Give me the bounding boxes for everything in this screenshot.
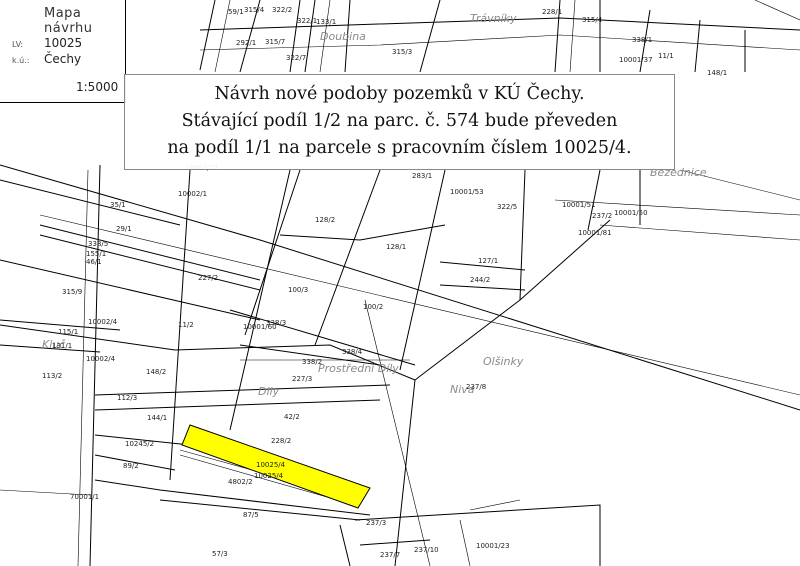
- parcel-label: 315/4: [582, 16, 603, 24]
- ku-value: Čechy: [44, 52, 82, 66]
- parcel-label: 315/7: [265, 38, 285, 46]
- parcel-label: 10001/51: [562, 201, 596, 209]
- parcel-label: 10001/23: [476, 542, 510, 550]
- parcel-label: 42/2: [284, 413, 300, 421]
- parcel-label: 322/7: [286, 54, 306, 62]
- parcel-label: 29/1: [116, 225, 132, 233]
- caption-line-3: na podíl 1/1 na parcele s pracovním čísl…: [167, 138, 632, 158]
- parcel-label: 10025/4: [256, 461, 286, 469]
- parcel-label: 228/2: [271, 437, 291, 445]
- parcel-label: 127/1: [478, 257, 498, 265]
- parcel-label: 10002/4: [86, 355, 116, 363]
- parcel-label: 46/1: [86, 258, 102, 266]
- parcel-label: 11/1: [658, 52, 674, 60]
- parcel-label: 338/2: [302, 358, 322, 366]
- map-legend-box: Mapa návrhu LV: 10025 k.ú.: Čechy 1:5000: [0, 0, 126, 103]
- parcel-label: 128/2: [315, 216, 335, 224]
- parcel-label: 11/2: [178, 321, 194, 329]
- caption-line-2: Stávající podíl 1/2 na parc. č. 574 bude…: [181, 111, 618, 131]
- parcel-label: 10002/4: [88, 318, 118, 326]
- parcel-label: 227/3: [292, 375, 312, 383]
- parcel-label: 10025/4: [254, 472, 284, 480]
- parcel-label: 10245/2: [125, 440, 154, 448]
- parcel-label: 59/1: [228, 8, 244, 16]
- parcel-label: 338/1: [632, 36, 652, 44]
- parcel-label: 10001/50: [614, 209, 648, 217]
- parcel-label: 10001/81: [578, 229, 612, 237]
- parcel-label: 113/2: [42, 372, 62, 380]
- parcel-label: 237/7: [380, 551, 400, 559]
- parcel-label: 128/1: [386, 243, 406, 251]
- parcel-label: 4802/2: [228, 478, 253, 486]
- parcel-label: 244/2: [470, 276, 490, 284]
- map-scale: 1:5000: [76, 80, 119, 94]
- locality-label: Doubina: [320, 30, 366, 43]
- parcel-label: 292/1: [236, 39, 256, 47]
- parcel-label: 100/3: [288, 286, 308, 294]
- locality-label: Olšinky: [483, 355, 524, 368]
- parcel-label: 315/3: [392, 48, 412, 56]
- parcel-label: 57/3: [212, 550, 228, 558]
- parcel-label: 315/4: [244, 6, 265, 14]
- parcel-label: 338/3: [266, 319, 286, 327]
- parcel-label: 144/1: [147, 414, 167, 422]
- parcel-label: 283/1: [412, 172, 432, 180]
- parcel-label: 237/3: [366, 519, 386, 527]
- locality-label: Dlly: [258, 385, 280, 398]
- parcel-label: 133/1: [316, 18, 336, 26]
- parcel-label: 100/2: [363, 303, 383, 311]
- parcel-label: 112/3: [117, 394, 137, 402]
- parcel-label: 237/8: [466, 383, 486, 391]
- parcel-label: 228/1: [542, 8, 562, 16]
- parcel-label: 70001/1: [70, 493, 99, 501]
- parcel-label: 10001/37: [619, 56, 653, 64]
- parcel-label: 131/1: [52, 342, 72, 350]
- lv-label: LV:: [12, 40, 24, 49]
- parcel-label: 148/2: [146, 368, 166, 376]
- lv-value: 10025: [44, 36, 83, 50]
- parcel-label: 338/5: [88, 240, 108, 248]
- caption-line-1: Návrh nové podoby pozemků v KÚ Čechy.: [214, 84, 585, 104]
- proposal-caption: Návrh nové podoby pozemků v KÚ Čechy. St…: [124, 74, 675, 170]
- parcel-label: 87/5: [243, 511, 259, 519]
- parcel-label: 237/2: [592, 212, 612, 220]
- parcel-label: 322/1: [297, 17, 317, 25]
- locality-label: Prostřední Díly: [318, 362, 399, 375]
- parcel-label: 237/10: [414, 546, 439, 554]
- ku-label: k.ú.:: [12, 56, 30, 65]
- locality-labels: Trávníky Doubina Bezednice Kluč Dlly Pro…: [42, 12, 707, 398]
- parcel-label: 10001/53: [450, 188, 484, 196]
- map-title: Mapa návrhu: [44, 6, 93, 36]
- parcel-label: 89/2: [123, 462, 139, 470]
- parcel-label: 315/9: [62, 288, 82, 296]
- locality-label: Trávníky: [470, 12, 517, 25]
- parcel-label: 227/2: [198, 274, 218, 282]
- parcel-label: 338/4: [342, 348, 363, 356]
- parcel-label: 10002/1: [178, 190, 207, 198]
- parcel-label: 148/1: [707, 69, 727, 77]
- parcel-label: 115/1: [58, 328, 78, 336]
- parcel-label: 155/1: [86, 250, 106, 258]
- parcel-label: 322/2: [272, 6, 292, 14]
- parcel-label: 35/1: [110, 201, 126, 209]
- parcel-label: 322/5: [497, 203, 517, 211]
